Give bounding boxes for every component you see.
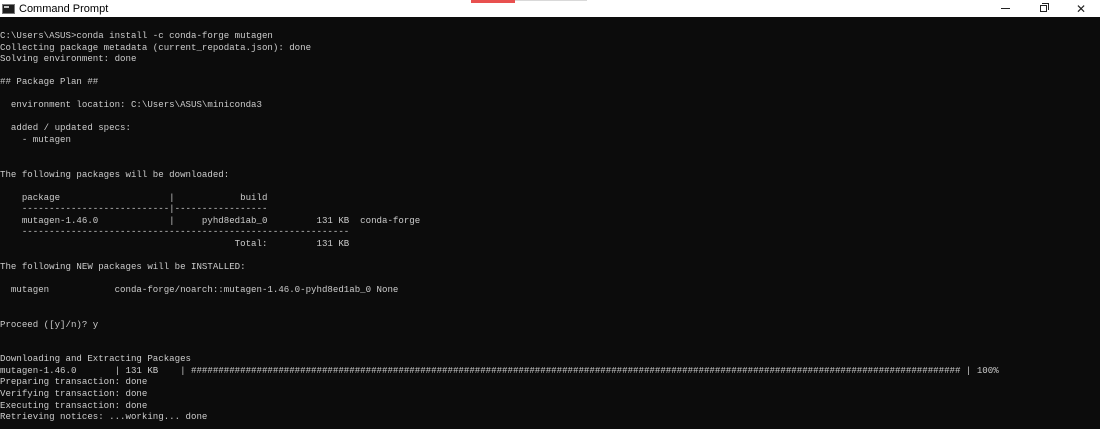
close-button[interactable]: ✕ xyxy=(1062,0,1100,17)
console-line: ---------------------------|------------… xyxy=(0,203,268,215)
console-line: C:\Users\ASUS>conda install -c conda-for… xyxy=(0,30,273,41)
console-line: Proceed ([y]/n)? y xyxy=(0,318,99,330)
console-line: Verifying transaction: done xyxy=(0,387,148,399)
minimize-button[interactable] xyxy=(986,0,1024,17)
console-line: Executing transaction: done xyxy=(0,399,148,411)
restore-icon xyxy=(1039,3,1049,12)
console-output[interactable]: C:\Users\ASUS>conda install -c conda-for… xyxy=(0,30,1100,429)
console-line: added / updated specs: xyxy=(0,122,131,134)
console-line: Total: 131 KB xyxy=(0,237,350,249)
console-line: package | build xyxy=(0,191,268,203)
window-title: Command Prompt xyxy=(19,2,109,15)
command-prompt-window: Command Prompt ✕ C:\Users\ASUS>conda ins… xyxy=(0,0,1100,429)
console-line: Retrieving notices: ...working... done xyxy=(0,411,208,423)
console-line: The following packages will be downloade… xyxy=(0,168,230,180)
console-line: environment location: C:\Users\ASUS\mini… xyxy=(0,99,262,111)
minimize-icon xyxy=(1000,8,1010,9)
console-line: Downloading and Extracting Packages xyxy=(0,353,191,365)
taskbar-divider xyxy=(515,0,587,1)
console-line: The following NEW packages will be INSTA… xyxy=(0,260,246,272)
console-line: ----------------------------------------… xyxy=(0,226,350,238)
console-line: ## Package Plan ## xyxy=(0,76,99,88)
console-line: Collecting package metadata (current_rep… xyxy=(0,41,312,53)
console-line: mutagen-1.46.0 | 131 KB | ##############… xyxy=(0,364,999,376)
close-icon: ✕ xyxy=(1075,1,1087,16)
taskbar-accent-strip xyxy=(471,0,515,3)
console-line: Preparing transaction: done xyxy=(0,376,148,388)
title-bar[interactable]: Command Prompt ✕ xyxy=(0,0,1100,17)
cmd-icon[interactable] xyxy=(2,3,15,14)
console-line: mutagen-1.46.0 | pyhd8ed1ab_0 131 KB con… xyxy=(0,214,421,226)
console-line: mutagen conda-forge/noarch::mutagen-1.46… xyxy=(0,284,399,296)
restore-button[interactable] xyxy=(1024,0,1062,17)
console-line: Solving environment: done xyxy=(0,53,137,65)
console-line: - mutagen xyxy=(0,133,71,145)
window-controls: ✕ xyxy=(986,0,1100,17)
